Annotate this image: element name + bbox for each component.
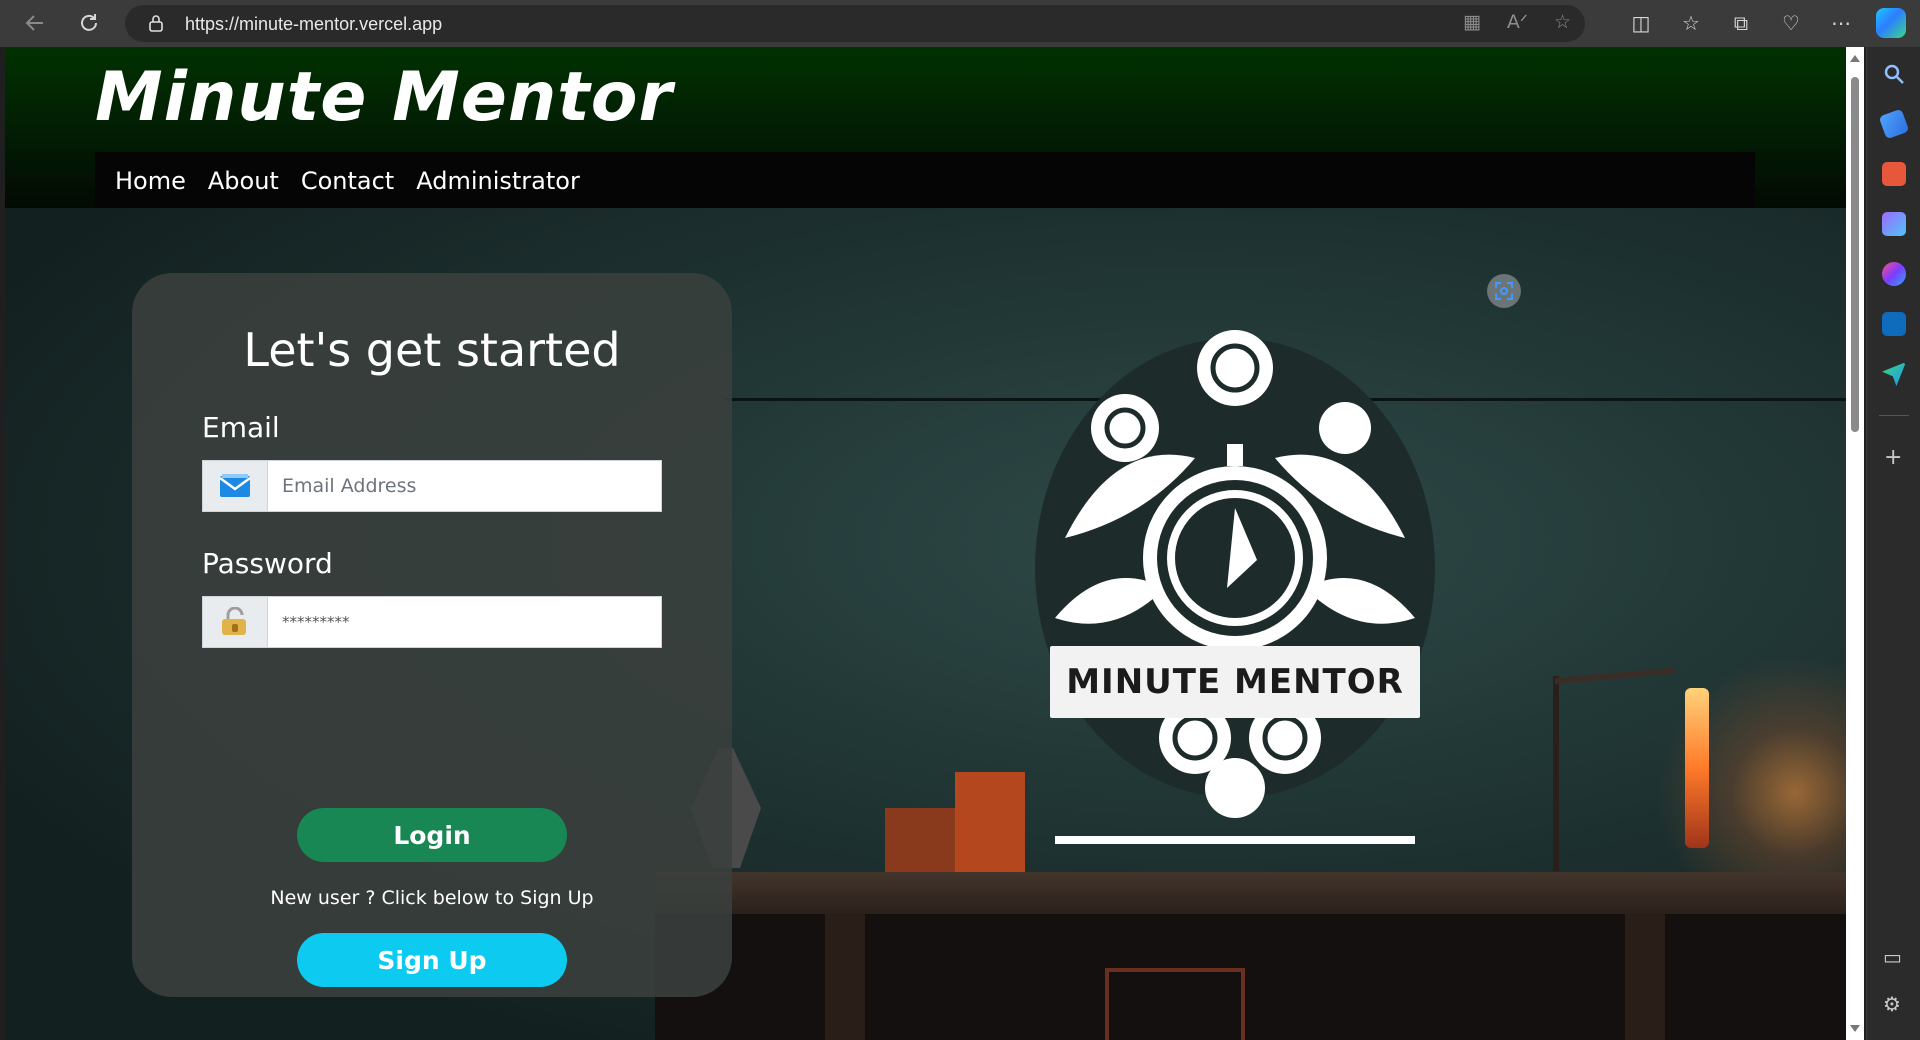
signup-button[interactable]: Sign Up	[297, 933, 567, 987]
site-brand[interactable]: Minute Mentor	[95, 58, 673, 137]
send-icon[interactable]	[1882, 362, 1906, 386]
favorites-icon[interactable]: ☆	[1672, 4, 1710, 42]
main-nav: Home About Contact Administrator	[95, 152, 1755, 210]
lamp-bulb	[1685, 688, 1709, 848]
logo-text: MINUTE MENTOR	[1066, 662, 1404, 702]
nav-about[interactable]: About	[208, 167, 279, 195]
shopping-tag-icon[interactable]	[1878, 108, 1910, 140]
table-leg	[1625, 914, 1665, 1040]
password-input[interactable]	[268, 596, 662, 648]
email-input[interactable]	[268, 460, 662, 512]
search-icon[interactable]	[1882, 62, 1906, 86]
sidebar-toggle-icon[interactable]: ▭	[1883, 945, 1902, 969]
minute-mentor-logo	[1035, 330, 1435, 844]
email-input-group	[202, 460, 662, 512]
site-header: Minute Mentor Home About Contact Adminis…	[5, 48, 1846, 210]
desk-block	[885, 808, 955, 872]
nav-home[interactable]: Home	[115, 167, 186, 195]
padlock-icon	[202, 596, 268, 648]
chair	[1105, 968, 1245, 1040]
browser-sidebar: + ▭ ⚙	[1866, 47, 1920, 1040]
reload-icon[interactable]	[70, 4, 108, 42]
nav-administrator[interactable]: Administrator	[416, 167, 580, 195]
browser-essentials-icon[interactable]: ♡	[1772, 4, 1810, 42]
apps-icon[interactable]: ▦	[1463, 11, 1481, 33]
lamp-post	[1553, 676, 1559, 871]
table-top	[655, 872, 1846, 914]
scroll-thumb[interactable]	[1851, 77, 1859, 432]
password-label: Password	[202, 547, 333, 580]
sidebar-divider	[1879, 415, 1909, 416]
collections-icon[interactable]: ⧉	[1722, 4, 1760, 42]
address-bar[interactable]: https://minute-mentor.vercel.app ▦ Aᐟ ☆	[125, 5, 1585, 42]
browser-toolbar: https://minute-mentor.vercel.app ▦ Aᐟ ☆ …	[0, 0, 1920, 47]
scroll-down-arrow-icon[interactable]	[1850, 1025, 1860, 1032]
login-title: Let's get started	[243, 323, 621, 377]
login-card: Let's get started Email Password Login N…	[132, 273, 732, 997]
tools-briefcase-icon[interactable]	[1882, 162, 1906, 186]
url-text[interactable]: https://minute-mentor.vercel.app	[185, 14, 442, 35]
split-screen-icon[interactable]: ◫	[1622, 4, 1660, 42]
read-aloud-icon[interactable]: Aᐟ	[1507, 11, 1528, 33]
table-leg	[825, 914, 865, 1040]
envelope-icon	[202, 460, 268, 512]
logo-banner: MINUTE MENTOR	[1050, 646, 1420, 718]
games-icon[interactable]	[1882, 212, 1906, 236]
favorite-star-icon[interactable]: ☆	[1554, 11, 1571, 33]
microsoft-365-icon[interactable]	[1882, 262, 1906, 286]
web-page: Minute Mentor Home About Contact Adminis…	[5, 48, 1846, 1040]
lock-icon	[149, 15, 163, 32]
back-arrow-icon[interactable]	[16, 4, 54, 42]
page-scrollbar[interactable]	[1846, 47, 1864, 1040]
add-icon[interactable]: +	[1884, 447, 1902, 469]
login-button[interactable]: Login	[297, 808, 567, 862]
copilot-icon[interactable]	[1876, 8, 1906, 38]
scroll-up-arrow-icon[interactable]	[1850, 55, 1860, 62]
visual-search-icon[interactable]	[1487, 274, 1521, 308]
signup-hint: New user ? Click below to Sign Up	[270, 887, 594, 909]
email-label: Email	[202, 411, 280, 444]
outlook-icon[interactable]	[1882, 312, 1906, 336]
nav-contact[interactable]: Contact	[301, 167, 394, 195]
more-menu-icon[interactable]: ⋯	[1822, 4, 1860, 42]
settings-gear-icon[interactable]: ⚙	[1883, 992, 1901, 1016]
password-input-group	[202, 596, 662, 648]
